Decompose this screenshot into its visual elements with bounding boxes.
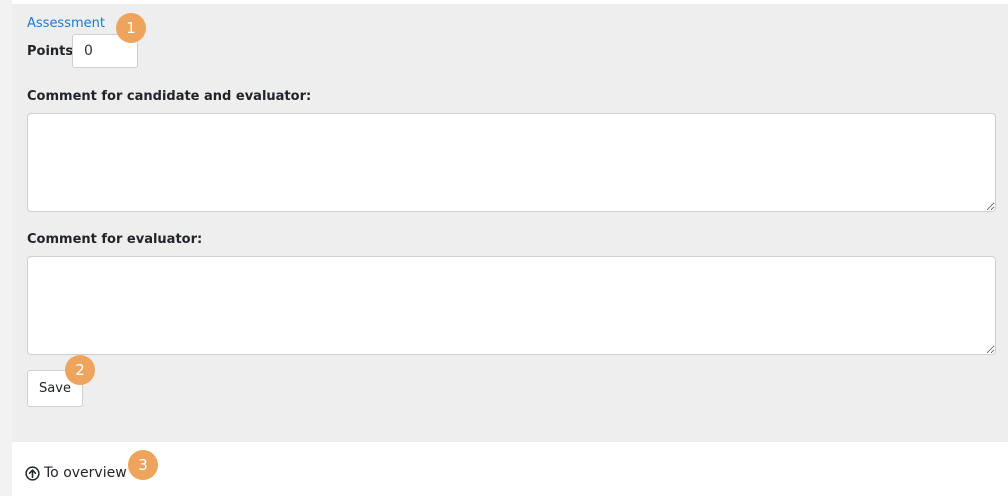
annotation-badge-3: 3	[128, 450, 158, 480]
comment-candidate-textarea[interactable]	[27, 113, 996, 212]
comment-evaluator-textarea[interactable]	[27, 256, 996, 355]
to-overview-link[interactable]: To overview	[25, 465, 127, 481]
comment-evaluator-label: Comment for evaluator:	[27, 232, 203, 247]
comment-candidate-label: Comment for candidate and evaluator:	[27, 89, 312, 104]
annotation-badge-1: 1	[116, 13, 146, 43]
points-label: Points:	[27, 44, 79, 59]
left-gutter	[0, 0, 12, 496]
annotation-badge-2: 2	[65, 355, 95, 385]
to-overview-label: To overview	[44, 465, 127, 481]
page: Assessment Points: Comment for candidate…	[0, 0, 1008, 496]
assessment-title-link[interactable]: Assessment	[27, 16, 105, 31]
circle-arrow-up-icon	[25, 465, 40, 481]
assessment-panel: Assessment Points: Comment for candidate…	[12, 4, 1008, 442]
